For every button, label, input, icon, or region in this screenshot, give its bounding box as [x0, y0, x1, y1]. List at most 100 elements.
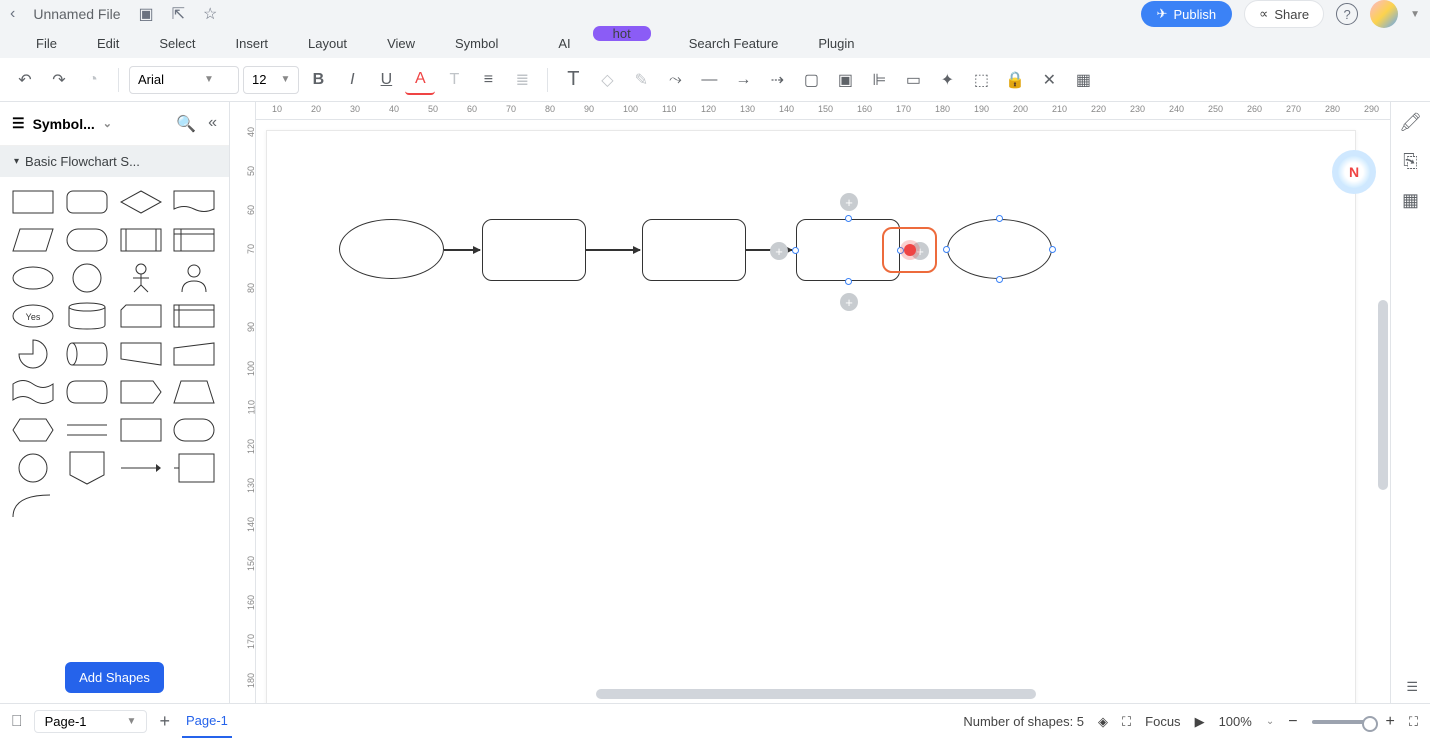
shape-trapezoid-2[interactable]	[171, 377, 217, 407]
plus-bottom[interactable]: +	[840, 293, 858, 311]
shape-user[interactable]	[171, 263, 217, 293]
send-back-button[interactable]: ▢	[796, 65, 826, 95]
category-header[interactable]: ▾ Basic Flowchart S...	[0, 146, 229, 177]
shape-yes[interactable]: Yes	[10, 301, 56, 331]
shape-manual-input[interactable]	[171, 339, 217, 369]
crop-button[interactable]: ⬚	[966, 65, 996, 95]
connector-1[interactable]	[444, 249, 480, 251]
shape-offpage[interactable]	[64, 453, 110, 483]
shape-annotation[interactable]	[171, 453, 217, 483]
line-style-button[interactable]: ✎	[626, 65, 656, 95]
shape-pentagon-arrow[interactable]	[118, 377, 164, 407]
publish-button[interactable]: ✈Publish	[1141, 1, 1233, 27]
shape-display[interactable]	[64, 377, 110, 407]
shape-terminator[interactable]	[64, 225, 110, 255]
shape-stadium[interactable]	[171, 415, 217, 445]
distribute-button[interactable]: ▭	[898, 65, 928, 95]
zoom-in-button[interactable]: +	[1386, 713, 1395, 731]
shape-hexagon[interactable]	[10, 415, 56, 445]
shape-circle[interactable]	[64, 263, 110, 293]
shape-rectangle[interactable]	[10, 187, 56, 217]
star-icon[interactable]: ☆	[203, 4, 217, 24]
shape-process-2[interactable]	[642, 219, 746, 281]
shape-tape[interactable]	[10, 377, 56, 407]
fill-button[interactable]: ◇	[592, 65, 622, 95]
horizontal-scrollbar[interactable]	[596, 689, 1036, 699]
shape-start-ellipse[interactable]	[339, 219, 444, 279]
zoom-out-button[interactable]: −	[1288, 713, 1297, 731]
shape-end-ellipse[interactable]	[947, 219, 1052, 279]
add-page-button[interactable]: +	[159, 711, 170, 732]
effects-button[interactable]: ✦	[932, 65, 962, 95]
help-button[interactable]: ?	[1336, 3, 1358, 25]
font-select[interactable]: Arial▼	[129, 66, 239, 94]
shape-process-1[interactable]	[482, 219, 586, 281]
chevron-down-icon[interactable]: ▼	[1410, 9, 1420, 20]
add-shapes-button[interactable]: Add Shapes	[65, 662, 164, 693]
page-tab[interactable]: Page-1	[182, 705, 232, 738]
shape-arc[interactable]	[10, 491, 56, 521]
panel-icon[interactable]: ⎘	[1403, 151, 1417, 172]
export-icon[interactable]: ⇱	[172, 4, 185, 24]
shape-parallelogram[interactable]	[10, 225, 56, 255]
vertical-ruler[interactable]: 405060708090100110120130140150160170180	[230, 102, 256, 703]
layers-button[interactable]: ▦	[1068, 65, 1098, 95]
line-button[interactable]: —	[694, 65, 724, 95]
menu-ai[interactable]: AIhot	[518, 36, 668, 51]
file-title[interactable]: Unnamed File	[33, 6, 120, 22]
menu-layout[interactable]: Layout	[288, 36, 367, 51]
size-select[interactable]: 12▼	[243, 66, 299, 94]
back-button[interactable]: ‹	[10, 5, 15, 23]
redo-button[interactable]: ↷	[44, 65, 74, 95]
shape-insert-preview[interactable]	[882, 227, 937, 273]
highlight-button[interactable]: T	[439, 65, 469, 95]
ai-badge[interactable]: N	[1332, 150, 1376, 194]
shape-table[interactable]	[171, 301, 217, 331]
collapse-icon[interactable]: «	[208, 114, 217, 134]
connector-2[interactable]	[586, 249, 640, 251]
menu-plugin[interactable]: Plugin	[798, 36, 874, 51]
undo-button[interactable]: ↶	[10, 65, 40, 95]
arrow-end-button[interactable]: ⇢	[762, 65, 792, 95]
play-icon[interactable]: ▶	[1195, 714, 1205, 730]
menu-view[interactable]: View	[367, 36, 435, 51]
text-tool[interactable]: T	[558, 65, 588, 95]
italic-button[interactable]: I	[337, 65, 367, 95]
shape-database[interactable]	[64, 301, 110, 331]
pages-icon[interactable]: ⎕	[12, 713, 22, 731]
shape-rounded-rect[interactable]	[64, 187, 110, 217]
zoom-level[interactable]: 100%	[1219, 714, 1252, 729]
grid-icon[interactable]: ▦	[1402, 190, 1419, 211]
avatar[interactable]	[1370, 0, 1398, 28]
tools-button[interactable]: ✕	[1034, 65, 1064, 95]
search-icon[interactable]: 🔍	[176, 114, 196, 134]
shape-ellipse[interactable]	[10, 263, 56, 293]
canvas-page[interactable]: + + + +	[266, 130, 1356, 703]
format-painter-button[interactable]: ◔	[78, 65, 108, 95]
menu-select[interactable]: Select	[139, 36, 215, 51]
bring-front-button[interactable]: ▣	[830, 65, 860, 95]
lock-button[interactable]: 🔒	[1000, 65, 1030, 95]
shape-diamond[interactable]	[118, 187, 164, 217]
bold-button[interactable]: B	[303, 65, 333, 95]
menu-insert[interactable]: Insert	[216, 36, 289, 51]
plus-left[interactable]: +	[770, 242, 788, 260]
shape-rect-2[interactable]	[118, 415, 164, 445]
text-color-button[interactable]: A	[405, 65, 435, 95]
fullscreen-icon[interactable]: ⛶	[1409, 714, 1418, 730]
menu-symbol[interactable]: Symbol	[435, 36, 518, 51]
shape-internal-storage[interactable]	[171, 225, 217, 255]
shape-card[interactable]	[118, 301, 164, 331]
chevron-down-icon[interactable]: ⌄	[1266, 716, 1274, 727]
shape-cylinder-h[interactable]	[64, 339, 110, 369]
shape-arrow[interactable]	[118, 453, 164, 483]
spacing-button[interactable]: ≣	[507, 65, 537, 95]
canvas[interactable]: + + + + N	[256, 120, 1390, 703]
align-button[interactable]: ≡	[473, 65, 503, 95]
shape-sector[interactable]	[10, 339, 56, 369]
shape-parallel-lines[interactable]	[64, 415, 110, 445]
shape-actor[interactable]	[118, 263, 164, 293]
menu-edit[interactable]: Edit	[77, 36, 139, 51]
arrow-start-button[interactable]: →	[728, 65, 758, 95]
fill-icon[interactable]: 🖍	[1399, 112, 1422, 133]
